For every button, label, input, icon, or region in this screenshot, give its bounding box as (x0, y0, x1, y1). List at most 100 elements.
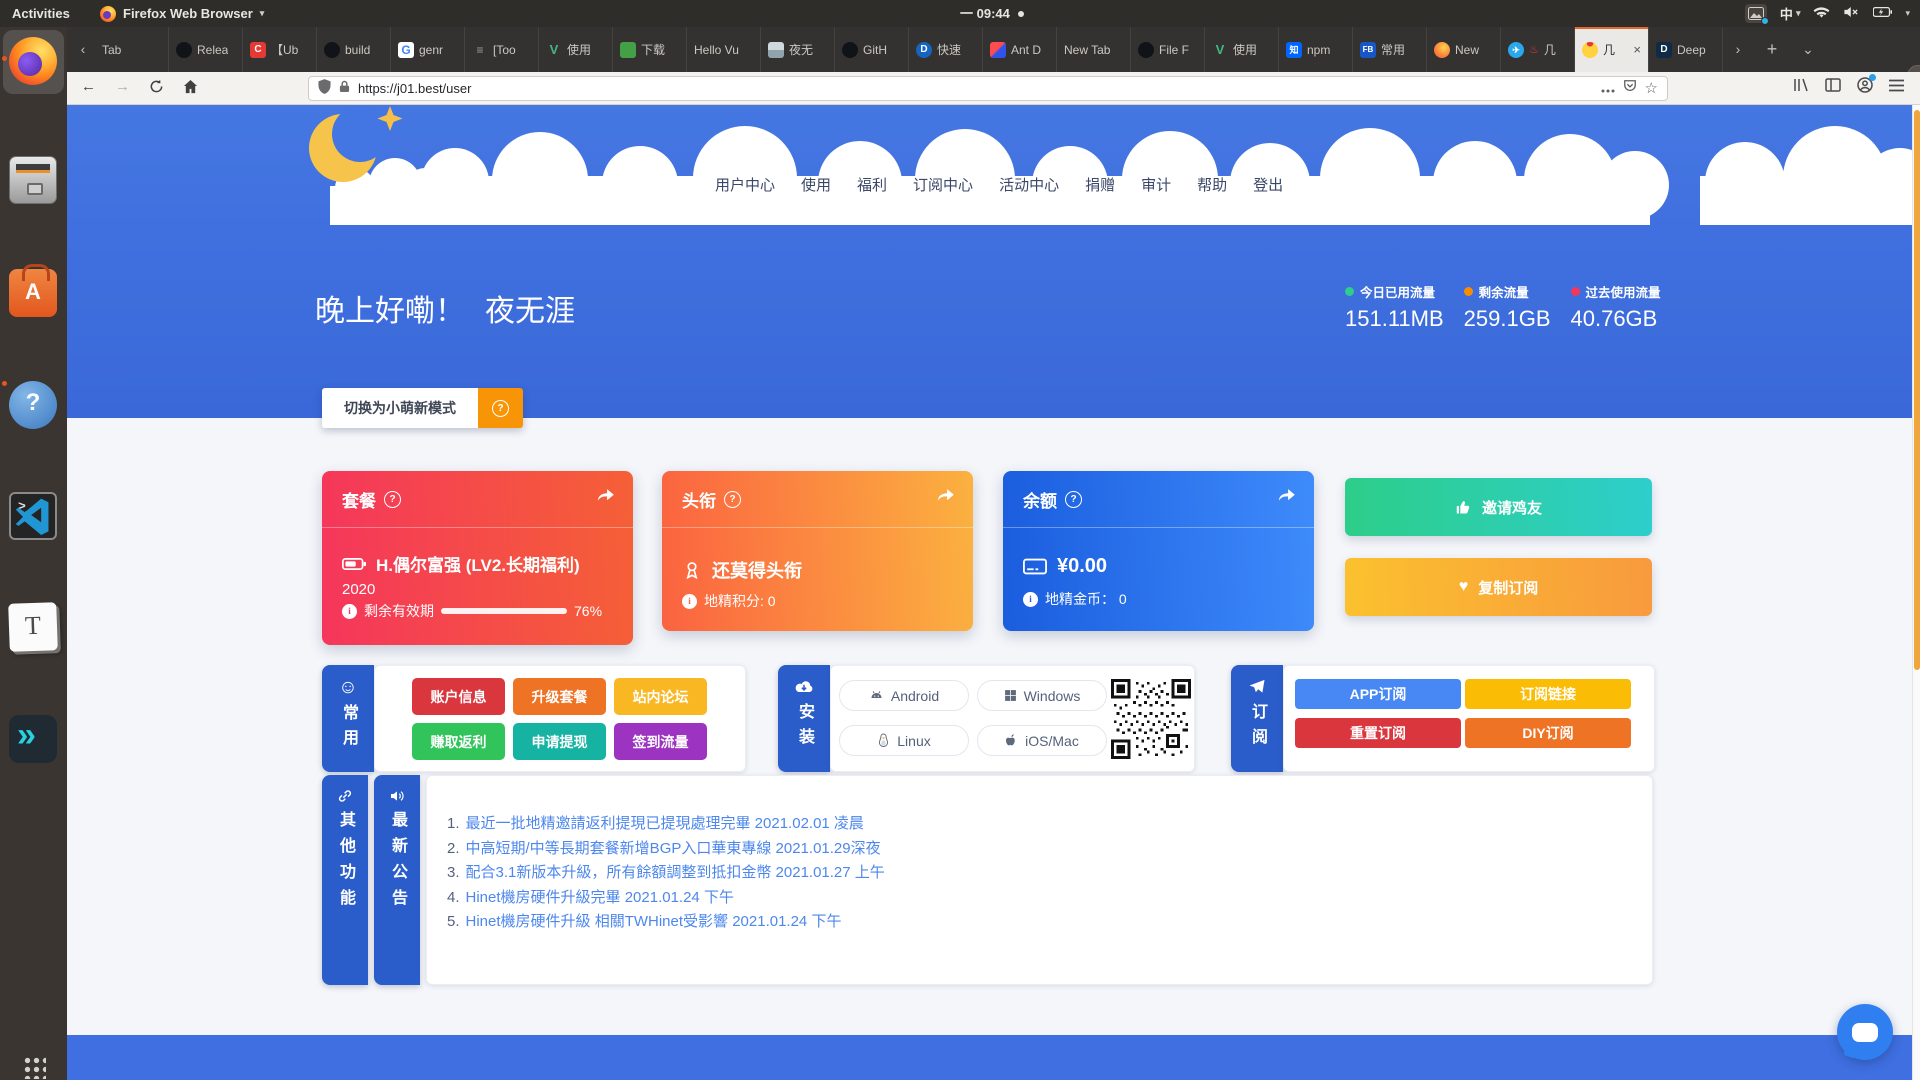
site-nav-link[interactable]: 捐赠 (1085, 174, 1115, 195)
dock-item-file-manager[interactable] (9, 156, 57, 204)
browser-tab[interactable]: 知 npm (1279, 27, 1353, 72)
browser-tab[interactable]: V 使用 (539, 27, 613, 72)
site-nav-link[interactable]: 登出 (1253, 174, 1283, 195)
scrollbar-thumb[interactable] (1914, 110, 1920, 670)
dock-item-help[interactable] (9, 381, 57, 429)
browser-tab[interactable]: Relea (169, 27, 243, 72)
browser-tab[interactable]: build (317, 27, 391, 72)
chevron-down-icon[interactable]: ▾ (1905, 8, 1910, 19)
browser-tab[interactable]: 夜无 (761, 27, 835, 72)
url-text[interactable]: https://j01.best/user (358, 81, 1593, 96)
show-applications-button[interactable] (22, 1055, 46, 1079)
url-bar[interactable]: https://j01.best/user ☆ (308, 76, 1668, 101)
site-nav-link[interactable]: 使用 (801, 174, 831, 195)
common-action-button[interactable]: 升级套餐 (513, 678, 606, 715)
dock-item-text-editor[interactable] (8, 602, 58, 652)
latest-news-tab[interactable]: 最新公告 (374, 775, 420, 985)
browser-tab[interactable]: D Deep (1649, 27, 1723, 72)
announcement-link[interactable]: Hinet機房硬件升級 相關TWHinet受影響 2021.01.24 下午 (466, 910, 842, 935)
dock-item-vscode[interactable] (9, 491, 57, 539)
home-button[interactable] (183, 79, 198, 98)
subscribe-action-button[interactable]: DIY订阅 (1465, 718, 1631, 748)
announcement-link[interactable]: 中高短期/中等長期套餐新增BGP入口華東專線 2021.01.29深夜 (466, 837, 881, 862)
newbie-mode-toggle[interactable]: 切换为小萌新模式 ? (322, 388, 523, 428)
tab-close-icon[interactable]: × (1633, 42, 1641, 57)
new-tab-button[interactable]: + (1760, 27, 1784, 72)
subscribe-action-button[interactable]: 重置订阅 (1295, 718, 1461, 748)
scrollbar[interactable] (1912, 105, 1920, 1080)
common-action-button[interactable]: 账户信息 (412, 678, 505, 715)
library-icon[interactable] (1793, 77, 1809, 98)
bookmark-star-icon[interactable]: ☆ (1645, 81, 1658, 96)
input-method-indicator[interactable]: 中 ▾ (1780, 4, 1801, 23)
site-nav-link[interactable]: 帮助 (1197, 174, 1227, 195)
subscribe-action-button[interactable]: 订阅链接 (1465, 679, 1631, 709)
copy-subscription-button[interactable]: ♥ 复制订阅 (1345, 558, 1652, 616)
site-nav-link[interactable]: 订阅中心 (913, 174, 973, 195)
subscribe-action-button[interactable]: APP订阅 (1295, 679, 1461, 709)
browser-tab[interactable]: ✈ ♨ 几 (1501, 27, 1575, 72)
tab-scroll-left-button[interactable]: ‹ (73, 27, 93, 72)
chat-widget-button[interactable] (1837, 1004, 1893, 1060)
account-icon[interactable] (1857, 77, 1873, 98)
question-circle-icon[interactable]: ? (1065, 491, 1082, 508)
ios-mac-download-button[interactable]: iOS/Mac (977, 725, 1107, 756)
lock-icon[interactable] (339, 80, 350, 98)
volume-muted-icon[interactable] (1843, 5, 1860, 22)
site-nav-link[interactable]: 活动中心 (999, 174, 1059, 195)
android-download-button[interactable]: Android (839, 680, 969, 711)
page-actions-icon[interactable] (1601, 80, 1615, 98)
wifi-icon[interactable] (1813, 5, 1830, 22)
back-button[interactable]: ← (81, 78, 96, 95)
app-menu[interactable]: Firefox Web Browser ▾ (100, 0, 264, 27)
browser-tab[interactable]: 几 × (1575, 27, 1649, 72)
share-arrow-icon[interactable] (1277, 487, 1296, 509)
announcement-link[interactable]: 配合3.1新版本升級，所有餘額調整到抵扣金幣 2021.01.27 上午 (466, 861, 885, 886)
activities-button[interactable]: Activities (12, 0, 70, 27)
tab-list-dropdown-button[interactable]: ⌄ (1796, 27, 1820, 72)
other-features-tab[interactable]: 其他功能 (322, 775, 368, 985)
install-section-tab[interactable]: 安装 (778, 665, 830, 772)
dock-item-firefox[interactable] (9, 37, 57, 85)
browser-tab[interactable]: FB 常用 (1353, 27, 1427, 72)
tab-scroll-right-button[interactable]: › (1728, 27, 1748, 72)
share-arrow-icon[interactable] (596, 487, 615, 509)
common-section-tab[interactable]: ☺ 常用 (322, 665, 374, 772)
dock-item-remote-tool[interactable] (9, 715, 57, 763)
browser-tab[interactable]: GitH (835, 27, 909, 72)
forward-button[interactable]: → (115, 78, 130, 95)
announcement-link[interactable]: 最近一批地精邀請返利提現已提現處理完畢 2021.02.01 凌晨 (466, 812, 864, 837)
browser-tab[interactable]: ≡ [Too (465, 27, 539, 72)
battery-icon[interactable] (1873, 6, 1892, 21)
linux-download-button[interactable]: Linux (839, 725, 969, 756)
pocket-icon[interactable] (1623, 79, 1637, 98)
common-action-button[interactable]: 站内论坛 (614, 678, 707, 715)
site-nav-link[interactable]: 用户中心 (715, 174, 775, 195)
invite-friends-button[interactable]: 邀请鸡友 (1345, 478, 1652, 536)
newbie-mode-help-button[interactable]: ? (478, 388, 523, 428)
common-action-button[interactable]: 申请提现 (513, 723, 606, 760)
share-arrow-icon[interactable] (936, 487, 955, 509)
browser-tab[interactable]: New Tab (1057, 27, 1131, 72)
subscribe-section-tab[interactable]: 订阅 (1231, 665, 1283, 772)
screenshot-tool-icon[interactable] (1745, 4, 1767, 23)
browser-tab[interactable]: Tab (95, 27, 169, 72)
dock-item-ubuntu-software[interactable] (9, 269, 57, 317)
clock[interactable]: 一 09:44 (960, 0, 1024, 27)
question-circle-icon[interactable]: ? (724, 491, 741, 508)
reload-button[interactable] (149, 79, 164, 98)
common-action-button[interactable]: 签到流量 (614, 723, 707, 760)
browser-tab[interactable]: File F (1131, 27, 1205, 72)
newbie-mode-label[interactable]: 切换为小萌新模式 (322, 388, 478, 428)
browser-tab[interactable]: Hello Vu (687, 27, 761, 72)
browser-tab[interactable]: 下载 (613, 27, 687, 72)
browser-tab[interactable]: New (1427, 27, 1501, 72)
browser-tab[interactable]: Ant D (983, 27, 1057, 72)
browser-tab[interactable]: V 使用 (1205, 27, 1279, 72)
announcement-link[interactable]: Hinet機房硬件升級完畢 2021.01.24 下午 (466, 886, 734, 911)
menu-hamburger-icon[interactable] (1889, 79, 1904, 97)
site-nav-link[interactable]: 福利 (857, 174, 887, 195)
sidebar-icon[interactable] (1825, 77, 1841, 98)
browser-tab[interactable]: G genr (391, 27, 465, 72)
question-circle-icon[interactable]: ? (384, 491, 401, 508)
